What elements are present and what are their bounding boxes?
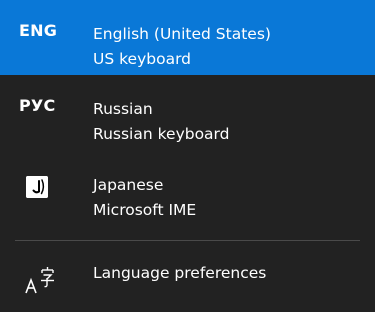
language-item-english[interactable]: ENG English (United States) US keyboard xyxy=(0,0,375,75)
language-settings-icon xyxy=(24,263,56,295)
language-item-japanese[interactable]: Japanese Microsoft IME xyxy=(0,151,375,226)
language-text: Japanese Microsoft IME xyxy=(93,173,196,223)
keyboard-name: US keyboard xyxy=(93,50,192,68)
language-name: Russian xyxy=(93,100,153,118)
keyboard-name: Microsoft IME xyxy=(93,201,197,219)
keyboard-name: Russian keyboard xyxy=(93,125,230,143)
language-text: English (United States) US keyboard xyxy=(93,22,271,72)
language-preferences-link[interactable]: Language preferences xyxy=(0,241,375,312)
language-text: Russian Russian keyboard xyxy=(93,97,230,147)
language-preferences-label: Language preferences xyxy=(93,264,267,282)
language-name: English (United States) xyxy=(93,25,271,43)
language-code-label: РУС xyxy=(19,96,56,115)
japanese-ime-icon xyxy=(26,176,48,198)
language-name: Japanese xyxy=(93,176,164,194)
language-code-label: ENG xyxy=(19,21,58,40)
input-language-flyout: ENG English (United States) US keyboard … xyxy=(0,0,375,312)
language-item-russian[interactable]: РУС Russian Russian keyboard xyxy=(0,75,375,150)
